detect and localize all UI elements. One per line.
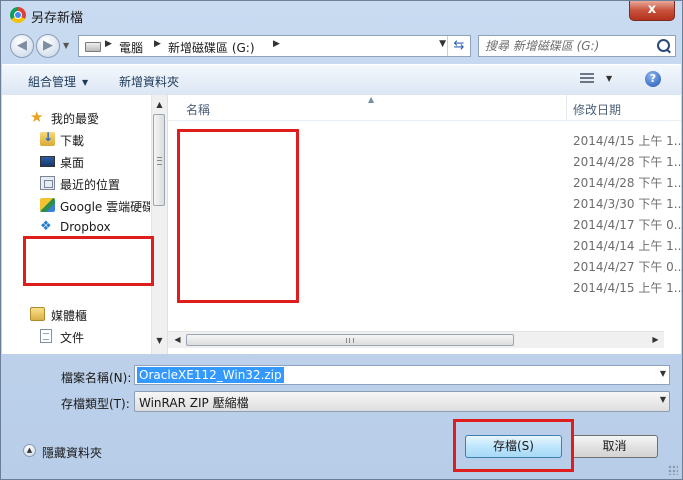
filetype-label: 存檔類型(T): xyxy=(61,397,130,411)
nav-item-dropbox[interactable]: ❖ Dropbox xyxy=(2,217,150,237)
forward-button[interactable]: ▶ xyxy=(36,34,60,58)
organize-menu[interactable]: 組合管理 ▼ xyxy=(28,73,88,90)
column-divider[interactable] xyxy=(566,95,567,120)
hide-folders-label: 隱藏資料夾 xyxy=(42,446,103,460)
hide-folders-toggle[interactable]: ▲ 隱藏資料夾 xyxy=(23,443,133,460)
nav-item-downloads[interactable]: 下載 xyxy=(2,129,150,149)
filetype-select[interactable]: WinRAR ZIP 壓縮檔 ▼ xyxy=(134,391,670,412)
caret-down-icon: ▼ xyxy=(82,78,89,87)
file-date: 2014/4/15 上午 1... xyxy=(573,134,683,148)
nav-item-recent[interactable]: 最近的位置 xyxy=(2,173,150,193)
nav-libraries-label: 媒體櫃 xyxy=(51,309,88,323)
scroll-up-icon[interactable]: ▲ xyxy=(152,97,167,112)
documents-icon xyxy=(40,329,52,343)
dropbox-icon: ❖ xyxy=(40,219,52,234)
file-date: 2014/3/30 下午 1... xyxy=(573,197,683,211)
filetype-dropdown-icon[interactable]: ▼ xyxy=(660,395,666,404)
breadcrumb-computer[interactable]: 電腦 xyxy=(119,39,143,56)
breadcrumb-drive-g[interactable]: 新增磁碟區 (G:) xyxy=(168,39,255,56)
nav-item-label: 桌面 xyxy=(60,156,85,170)
cancel-button[interactable]: 取消 xyxy=(571,435,658,458)
collapse-up-icon: ▲ xyxy=(23,444,36,457)
nav-favorites-label: 我的最愛 xyxy=(51,112,100,126)
back-button[interactable]: ◀ xyxy=(10,34,34,58)
title-bar: 另存新檔 x xyxy=(1,1,682,29)
organize-label: 組合管理 xyxy=(28,75,77,89)
nav-item-label: Google 雲端硬碟 xyxy=(60,200,150,214)
save-as-dialog: 另存新檔 x ◀ ▶ ▼ ▶ 電腦 ▶ 新增磁碟區 (G:) ▶ ▼ ⇆ 組合管… xyxy=(0,0,683,480)
help-icon[interactable]: ? xyxy=(645,71,661,87)
google-drive-icon xyxy=(40,198,55,212)
sort-ascending-icon: ▲ xyxy=(368,95,375,104)
window-title: 另存新檔 xyxy=(31,11,84,26)
filename-dropdown-icon[interactable]: ▼ xyxy=(660,369,666,378)
file-date: 2014/4/17 下午 0... xyxy=(573,218,683,232)
desktop-icon xyxy=(40,156,55,167)
address-dropdown-icon[interactable]: ▼ xyxy=(439,39,446,49)
annotation-box-files xyxy=(177,129,299,303)
libraries-icon xyxy=(30,307,45,321)
view-dropdown-icon[interactable]: ▼ xyxy=(606,74,612,83)
filetype-value: WinRAR ZIP 壓縮檔 xyxy=(139,396,249,410)
drive-icon xyxy=(85,42,101,52)
navigation-bar: ◀ ▶ ▼ ▶ 電腦 ▶ 新增磁碟區 (G:) ▶ ▼ ⇆ xyxy=(8,32,676,60)
horizontal-scroll-thumb[interactable] xyxy=(186,334,514,346)
filename-combobox[interactable]: OracleXE112_Win32.zip ▼ xyxy=(134,365,670,385)
breadcrumb-arrow-icon[interactable]: ▶ xyxy=(273,39,280,49)
nav-item-documents[interactable]: 文件 xyxy=(2,326,150,346)
file-date: 2014/4/28 下午 1... xyxy=(573,155,683,169)
nav-scrollbar[interactable]: ▲ ▼ xyxy=(151,95,167,354)
column-header: 名稱 ▲ 修改日期 xyxy=(168,95,681,121)
breadcrumb-arrow-icon[interactable]: ▶ xyxy=(154,39,161,49)
file-date: 2014/4/14 上午 1... xyxy=(573,239,683,253)
filename-label: 檔案名稱(N): xyxy=(61,371,132,385)
breadcrumb-arrow-icon[interactable]: ▶ xyxy=(105,39,112,49)
command-bar: 組合管理 ▼ 新增資料夾 ▼ ? xyxy=(2,64,681,96)
nav-item-label: 最近的位置 xyxy=(60,178,121,192)
annotation-box-sidebar xyxy=(23,236,154,286)
file-date: 2014/4/28 下午 1... xyxy=(573,176,683,190)
nav-item-label: 文件 xyxy=(60,331,85,345)
file-date: 2014/4/27 下午 0... xyxy=(573,260,683,274)
star-icon: ★ xyxy=(30,108,44,126)
nav-item-desktop[interactable]: 桌面 xyxy=(2,151,150,171)
new-folder-button[interactable]: 新增資料夾 xyxy=(119,73,179,90)
view-options-icon[interactable] xyxy=(580,73,594,85)
nav-libraries[interactable]: 媒體櫃 xyxy=(2,304,150,324)
close-button[interactable]: x xyxy=(629,1,675,21)
history-dropdown-icon[interactable]: ▼ xyxy=(63,41,69,50)
file-date: 2014/4/15 上午 1... xyxy=(573,281,683,295)
nav-item-google-drive[interactable]: Google 雲端硬碟 xyxy=(2,195,150,215)
recent-places-icon xyxy=(40,176,55,190)
resize-grip-icon[interactable] xyxy=(668,465,678,475)
annotation-box-save xyxy=(453,419,574,472)
nav-scroll-thumb[interactable] xyxy=(153,114,165,206)
browser-area: ★ 我的最愛 下載 桌面 最近的位置 Google 雲端硬碟 ❖ Dropb xyxy=(2,95,683,354)
scroll-left-icon[interactable]: ◀ xyxy=(170,332,185,348)
filename-input[interactable]: OracleXE112_Win32.zip xyxy=(137,367,284,383)
search-box[interactable] xyxy=(478,35,676,57)
horizontal-scrollbar[interactable]: ◀ ▶ xyxy=(168,331,664,348)
scroll-right-icon[interactable]: ▶ xyxy=(648,332,663,348)
address-bar[interactable]: ▶ 電腦 ▶ 新增磁碟區 (G:) ▶ ▼ ⇆ xyxy=(78,35,471,57)
scroll-down-icon[interactable]: ▼ xyxy=(152,333,167,348)
nav-item-label: 下載 xyxy=(60,134,85,148)
refresh-icon[interactable]: ⇆ xyxy=(447,36,470,56)
column-date-modified[interactable]: 修改日期 xyxy=(573,101,621,118)
downloads-folder-icon xyxy=(40,130,55,146)
navigation-pane: ★ 我的最愛 下載 桌面 最近的位置 Google 雲端硬碟 ❖ Dropb xyxy=(2,95,168,354)
nav-favorites[interactable]: ★ 我的最愛 xyxy=(2,107,150,127)
search-icon[interactable] xyxy=(657,39,670,52)
search-input[interactable] xyxy=(485,38,645,54)
nav-item-label: Dropbox xyxy=(60,220,111,234)
chrome-icon xyxy=(10,7,26,23)
column-name[interactable]: 名稱 xyxy=(186,101,210,118)
